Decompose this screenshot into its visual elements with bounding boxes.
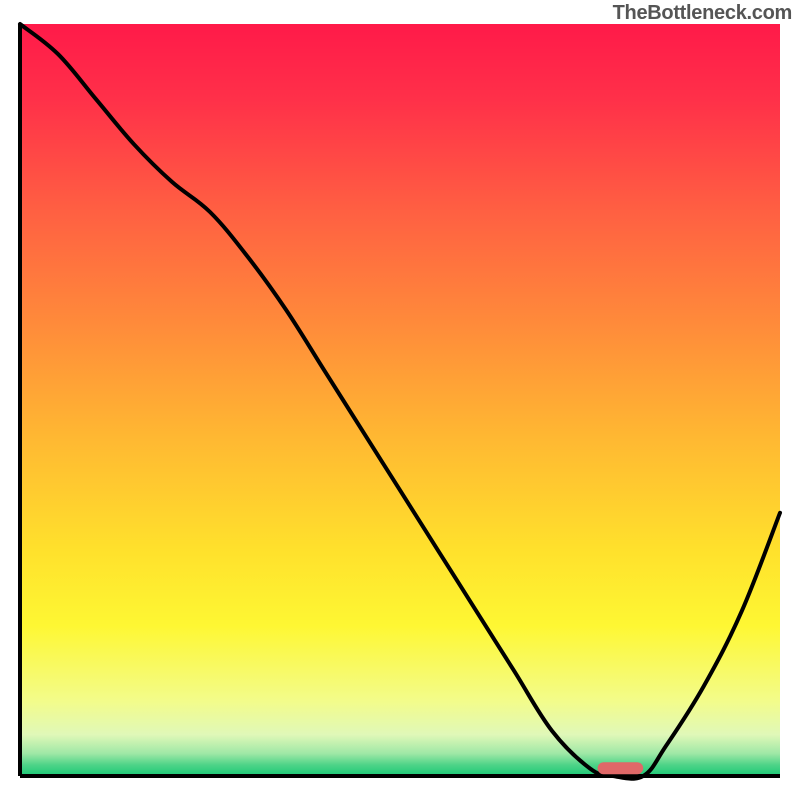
watermark-text: TheBottleneck.com	[613, 2, 792, 25]
plot-background	[20, 24, 780, 776]
optimal-marker	[598, 762, 644, 774]
bottleneck-chart	[0, 0, 800, 800]
